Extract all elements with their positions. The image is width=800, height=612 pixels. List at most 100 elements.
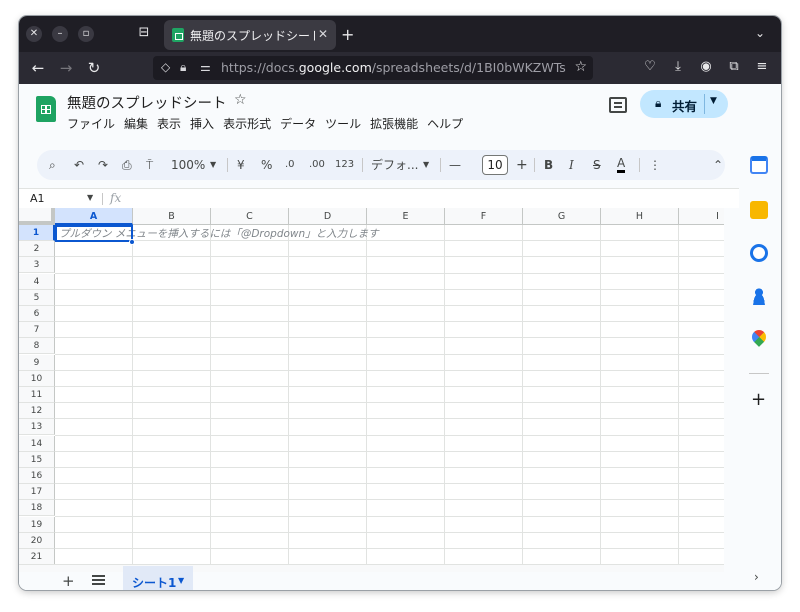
active-cell-a1[interactable]	[55, 225, 133, 242]
row-header-9[interactable]: 9	[19, 354, 55, 371]
percent-format-button[interactable]: %	[261, 157, 272, 173]
currency-format-button[interactable]: ¥	[237, 157, 245, 173]
italic-button[interactable]: I	[569, 157, 574, 173]
close-tab-icon[interactable]: ✕	[318, 27, 328, 41]
active-tab[interactable]: 無題のスプレッドシート - Google スプレッドシート ✕	[164, 20, 336, 50]
tab-groups-icon[interactable]: ⊟	[135, 25, 153, 43]
add-sheet-button[interactable]: +	[62, 572, 75, 590]
select-all-corner[interactable]	[19, 208, 55, 225]
paint-format-icon[interactable]: ⍑	[146, 157, 153, 173]
pocket-icon[interactable]: ♡	[641, 59, 659, 74]
menu-insert[interactable]: 挿入	[190, 115, 214, 132]
row-header-12[interactable]: 12	[19, 403, 55, 420]
close-window-button[interactable]: ✕	[26, 26, 42, 42]
show-side-panel-chevron-icon[interactable]: ›	[754, 570, 759, 584]
row-header-2[interactable]: 2	[19, 241, 55, 258]
menu-extensions[interactable]: 拡張機能	[370, 115, 418, 132]
row-header-13[interactable]: 13	[19, 419, 55, 436]
row-header-7[interactable]: 7	[19, 322, 55, 339]
forward-button[interactable]: →	[57, 59, 75, 77]
row-header-5[interactable]: 5	[19, 289, 55, 306]
column-header-f[interactable]: F	[445, 208, 523, 225]
more-options-icon[interactable]: ⋮	[649, 157, 661, 173]
column-header-e[interactable]: E	[367, 208, 445, 225]
downloads-icon[interactable]: ⤓	[669, 59, 687, 74]
row-header-21[interactable]: 21	[19, 549, 55, 564]
bold-button[interactable]: B	[544, 157, 553, 173]
reload-button[interactable]: ↻	[85, 59, 103, 77]
bookmark-star-icon[interactable]: ☆	[574, 59, 587, 75]
collapse-menus-icon[interactable]: ⌃	[713, 157, 723, 173]
share-button[interactable]: 🔒︎ 共有 ▼	[640, 90, 728, 118]
row-header-3[interactable]: 3	[19, 257, 55, 274]
column-header-c[interactable]: C	[211, 208, 289, 225]
zoom-dropdown-icon[interactable]: ▼	[210, 157, 216, 173]
search-menus-icon[interactable]: ⌕	[49, 157, 56, 173]
share-dropdown-icon[interactable]: ▼	[710, 96, 717, 106]
get-addons-icon[interactable]: +	[751, 389, 766, 410]
fill-handle[interactable]	[129, 239, 135, 245]
url-text[interactable]: https://docs.google.com/spreadsheets/d/1…	[221, 60, 566, 75]
star-icon[interactable]: ☆	[234, 92, 247, 108]
menu-format[interactable]: 表示形式	[223, 115, 271, 132]
extensions-icon[interactable]: ⧉	[725, 59, 743, 74]
url-bar[interactable]: ◇ 🔒︎ ⚌ https://docs.google.com/spreadshe…	[153, 56, 593, 80]
new-tab-button[interactable]: +	[341, 25, 354, 44]
menu-view[interactable]: 表示	[157, 115, 181, 132]
row-header-19[interactable]: 19	[19, 516, 55, 533]
back-button[interactable]: ←	[29, 59, 47, 77]
account-icon[interactable]: ◉	[697, 59, 715, 74]
font-select[interactable]: デフォ...	[371, 157, 418, 173]
column-header-b[interactable]: B	[133, 208, 211, 225]
row-header-14[interactable]: 14	[19, 435, 55, 452]
name-box[interactable]: A1	[30, 192, 45, 205]
menu-help[interactable]: ヘルプ	[427, 115, 463, 132]
column-header-i[interactable]: I	[679, 208, 724, 225]
permissions-icon[interactable]: ⚌	[200, 60, 211, 74]
column-header-h[interactable]: H	[601, 208, 679, 225]
row-header-8[interactable]: 8	[19, 338, 55, 355]
decrease-decimal-button[interactable]: .0	[285, 157, 295, 173]
strikethrough-button[interactable]: S	[593, 157, 601, 173]
lock-icon[interactable]: 🔒︎	[180, 60, 186, 75]
keep-icon[interactable]	[750, 201, 768, 219]
tasks-icon[interactable]	[750, 244, 768, 262]
zoom-select[interactable]: 100%	[171, 157, 205, 173]
name-box-dropdown-icon[interactable]: ▼	[87, 193, 93, 202]
undo-icon[interactable]: ↶	[74, 157, 84, 173]
print-icon[interactable]: ⎙	[122, 157, 132, 173]
column-header-d[interactable]: D	[289, 208, 367, 225]
menu-edit[interactable]: 編集	[124, 115, 148, 132]
increase-font-size-icon[interactable]: +	[516, 157, 528, 173]
sheets-logo-icon[interactable]	[36, 96, 56, 122]
row-header-15[interactable]: 15	[19, 451, 55, 468]
tab-list-chevron-icon[interactable]: ⌄	[755, 26, 765, 40]
menu-file[interactable]: ファイル	[67, 115, 115, 132]
font-dropdown-icon[interactable]: ▼	[423, 157, 429, 173]
all-sheets-icon[interactable]	[92, 575, 105, 585]
menu-icon[interactable]: ≡	[753, 59, 771, 74]
redo-icon[interactable]: ↷	[98, 157, 108, 173]
sheet-tab[interactable]: シート1 ▼	[123, 566, 193, 590]
number-format-button[interactable]: 123	[335, 157, 354, 173]
shield-icon[interactable]: ◇	[161, 60, 170, 74]
row-header-10[interactable]: 10	[19, 370, 55, 387]
decrease-font-size-icon[interactable]: —	[449, 157, 461, 173]
menu-tools[interactable]: ツール	[325, 115, 361, 132]
comments-icon[interactable]	[609, 97, 627, 113]
menu-data[interactable]: データ	[280, 115, 316, 132]
column-header-a[interactable]: A	[55, 208, 133, 225]
document-title[interactable]: 無題のスプレッドシート	[67, 92, 227, 113]
row-header-18[interactable]: 18	[19, 500, 55, 517]
minimize-window-button[interactable]: –	[52, 26, 68, 42]
row-header-1[interactable]: 1	[19, 225, 55, 241]
row-header-16[interactable]: 16	[19, 468, 55, 484]
row-header-4[interactable]: 4	[19, 273, 55, 290]
row-header-20[interactable]: 20	[19, 532, 55, 549]
contacts-icon[interactable]	[750, 287, 768, 305]
row-header-6[interactable]: 6	[19, 306, 55, 322]
increase-decimal-button[interactable]: .00	[309, 157, 325, 173]
sheet-tab-dropdown-icon[interactable]: ▼	[178, 576, 184, 585]
maximize-window-button[interactable]: ▫	[78, 26, 94, 42]
text-color-button[interactable]: A	[617, 157, 626, 173]
